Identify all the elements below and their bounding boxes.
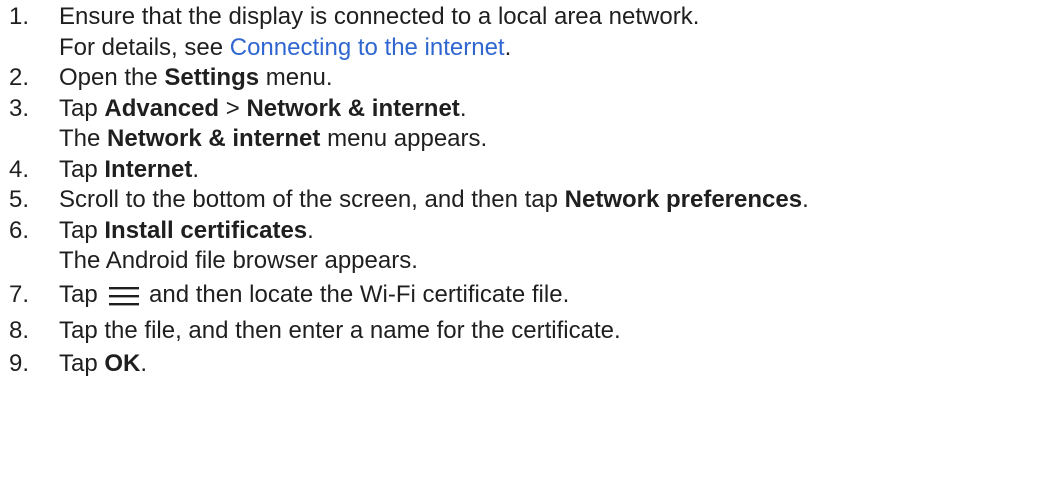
step-subtext-part: The	[59, 125, 108, 152]
step-text: Tap the file, and then enter a name for …	[59, 313, 1043, 349]
step-subtext: For details, see Connecting to the inter…	[59, 33, 1043, 64]
install-certificates-label: Install certificates	[104, 216, 308, 244]
step-text-part: Tap the file, and then enter a name for …	[59, 316, 621, 344]
step-7: 7. Tap and then locate the Wi-Fi certifi…	[0, 277, 1043, 313]
step-text-part: .	[459, 94, 467, 122]
step-text-part: menu.	[259, 64, 333, 91]
step-1: 1. Ensure that the display is connected …	[0, 2, 1043, 63]
step-4: 4. Tap Internet.	[0, 155, 1043, 186]
connecting-to-internet-link[interactable]: Connecting to the internet	[230, 34, 505, 61]
step-text-part: Ensure that the display is connected to …	[59, 3, 700, 30]
step-text-part: Tap	[59, 155, 105, 183]
step-text: Ensure that the display is connected to …	[59, 2, 1043, 33]
step-text: Tap Advanced > Network & internet.	[59, 94, 1043, 125]
step-number: 9.	[9, 349, 30, 377]
step-3: 3. Tap Advanced > Network & internet. Th…	[0, 94, 1043, 155]
step-9: 9. Tap OK.	[0, 349, 1043, 380]
step-subtext-part: For details, see	[59, 33, 230, 61]
step-text-part: Scroll to the bottom of the screen, and …	[59, 186, 565, 213]
step-text-part: Open the	[59, 64, 165, 91]
step-number: 1.	[9, 3, 30, 30]
step-text-part: Tap	[59, 94, 105, 122]
step-subtext: The Android file browser appears.	[59, 246, 1043, 277]
step-text-part: >	[219, 94, 247, 122]
step-text-part: .	[307, 216, 314, 244]
step-text: Scroll to the bottom of the screen, and …	[59, 185, 1043, 216]
step-subtext-part: .	[504, 33, 512, 61]
step-text-part: Tap	[59, 349, 105, 377]
network-internet-label: Network & internet	[246, 94, 460, 122]
step-text: Tap and then locate the Wi-Fi certificat…	[59, 277, 1043, 313]
step-number: 6.	[9, 216, 30, 244]
internet-label: Internet	[104, 155, 193, 183]
step-text: Tap Internet.	[59, 155, 1043, 186]
step-text-part: and then locate the Wi-Fi certificate fi…	[142, 280, 570, 308]
step-text: Tap OK.	[59, 349, 1043, 380]
network-preferences-label: Network preferences	[564, 186, 803, 213]
settings-label: Settings	[164, 64, 260, 91]
step-subtext-part: menu appears.	[320, 125, 488, 152]
step-subtext-part: The Android file browser appears.	[59, 247, 418, 274]
step-number: 3.	[9, 94, 30, 122]
step-number: 4.	[9, 155, 30, 183]
step-subtext: The Network & internet menu appears.	[59, 124, 1043, 155]
step-5: 5. Scroll to the bottom of the screen, a…	[0, 185, 1043, 216]
step-number: 5.	[9, 186, 30, 213]
advanced-label: Advanced	[104, 94, 220, 122]
network-internet-label: Network & internet	[107, 125, 321, 152]
step-text-part: Tap	[59, 216, 105, 244]
step-text-part: .	[802, 186, 809, 213]
step-number: 2.	[9, 64, 30, 91]
menu-icon	[108, 284, 140, 308]
step-text: Tap Install certificates.	[59, 216, 1043, 247]
step-number: 8.	[9, 316, 30, 344]
step-text-part: .	[140, 349, 148, 377]
step-8: 8. Tap the file, and then enter a name f…	[0, 313, 1043, 349]
step-6: 6. Tap Install certificates. The Android…	[0, 216, 1043, 277]
step-number: 7.	[9, 280, 30, 308]
step-text: Open the Settings menu.	[59, 63, 1043, 94]
step-text-part: .	[192, 155, 200, 183]
instruction-list: 1. Ensure that the display is connected …	[0, 2, 1043, 379]
step-2: 2. Open the Settings menu.	[0, 63, 1043, 94]
step-text-part: Tap	[59, 280, 105, 308]
ok-label: OK	[104, 349, 141, 377]
